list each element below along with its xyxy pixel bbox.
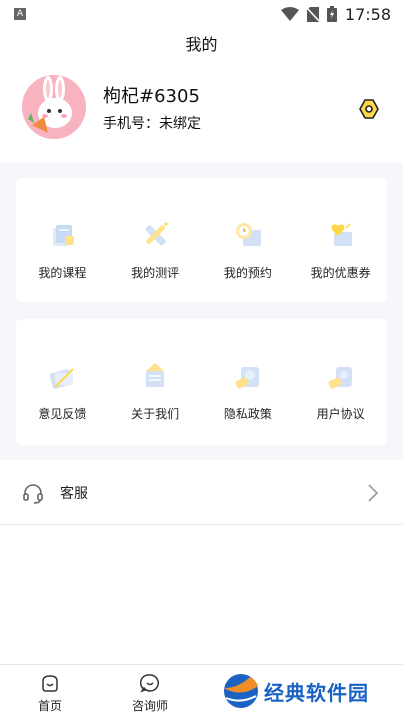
menu-item-about[interactable]: 关于我们 xyxy=(109,319,202,445)
phone-binding-status[interactable]: 手机号：未绑定 xyxy=(103,113,201,133)
chat-face-icon xyxy=(140,674,159,693)
username: 枸杞#6305 xyxy=(103,86,200,107)
tab-consultant[interactable]: 咨询师 xyxy=(110,665,190,718)
no-sim-icon xyxy=(306,6,319,22)
menu-item-feedback[interactable]: 意见反馈 xyxy=(16,319,109,445)
pencil-ruler-icon xyxy=(145,222,168,246)
status-bar: A 17:58 xyxy=(0,0,403,28)
wifi-icon xyxy=(280,7,299,21)
menu-item-agreement[interactable]: 用户协议 xyxy=(294,319,387,445)
menu-item-label: 我的优惠券 xyxy=(310,266,371,280)
menu-item-courses[interactable]: 我的课程 xyxy=(16,178,109,302)
tab-consultant-label: 咨询师 xyxy=(131,699,168,713)
bunny-avatar-icon xyxy=(22,75,86,139)
status-time: 17:58 xyxy=(344,4,391,24)
clock-calendar-icon xyxy=(235,223,261,246)
menu-item-label: 意见反馈 xyxy=(38,407,87,421)
menu-item-privacy[interactable]: 隐私政策 xyxy=(202,319,295,445)
privacy-icon xyxy=(235,367,259,389)
menu-item-assessments[interactable]: 我的测评 xyxy=(109,178,202,302)
headset-icon xyxy=(23,483,43,504)
feedback-icon xyxy=(50,368,75,389)
watermark-logo: 经典软件园 xyxy=(222,668,392,714)
menu-item-label: 用户协议 xyxy=(316,407,365,421)
customer-service-label: 客服 xyxy=(60,485,88,502)
menu-item-coupons[interactable]: 我的优惠券 xyxy=(294,178,387,302)
agreement-icon xyxy=(328,367,352,389)
about-icon xyxy=(146,363,165,387)
menu-item-label: 我的预约 xyxy=(223,266,272,280)
secondary-menu-card: 意见反馈 关于我们 隐私政策 用户协议 xyxy=(16,319,387,445)
watermark-text: 经典软件园 xyxy=(264,680,369,705)
customer-service-row[interactable]: 客服 xyxy=(0,461,403,525)
menu-item-label: 关于我们 xyxy=(131,407,180,421)
heart-coupon-icon xyxy=(331,223,352,246)
settings-icon[interactable] xyxy=(358,98,380,120)
avatar[interactable] xyxy=(22,75,86,139)
watermark-globe-icon xyxy=(224,674,258,708)
menu-item-appointments[interactable]: 我的预约 xyxy=(202,178,295,302)
profile-section: 枸杞#6305 手机号：未绑定 xyxy=(0,62,403,162)
menu-item-label: 我的测评 xyxy=(131,266,180,280)
tab-home-label: 首页 xyxy=(37,699,62,713)
battery-charging-icon xyxy=(326,6,337,22)
notification-icon: A xyxy=(14,8,26,20)
home-face-icon xyxy=(42,675,58,692)
status-right: 17:58 xyxy=(280,4,391,24)
tab-home[interactable]: 首页 xyxy=(10,665,90,718)
page-title: 我的 xyxy=(185,35,218,54)
menu-item-label: 我的课程 xyxy=(38,266,87,280)
menu-item-label: 隐私政策 xyxy=(223,407,272,421)
primary-menu-card: 我的课程 我的测评 我的预约 我的优惠券 xyxy=(16,178,387,302)
book-icon xyxy=(53,225,75,246)
chevron-right-icon xyxy=(368,484,379,502)
